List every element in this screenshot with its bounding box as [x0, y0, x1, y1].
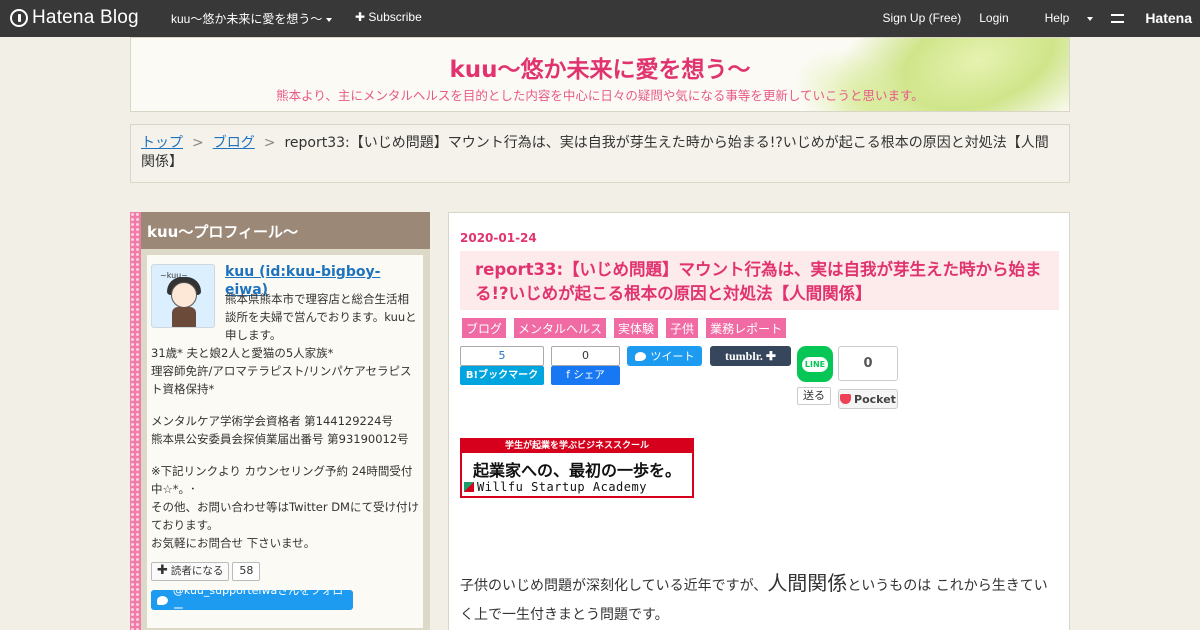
ad-banner[interactable]: 学生が起業を学ぶビジネススクール 起業家への、最初の一歩を。 Willfu St…	[460, 438, 694, 498]
hatena-bookmark-button[interactable]: B!ブックマーク	[460, 366, 544, 385]
profile-details: 31歳* 夫と娘2人と愛猫の5人家族* 理容師免許/アロマテラピスト/リンパケア…	[151, 344, 419, 552]
brand-logo-icon	[464, 482, 474, 492]
plus-icon: ✚	[157, 563, 168, 578]
subscribe-button[interactable]: ✚ Subscribe	[355, 10, 422, 24]
blog-header: kuu～悠か未来に愛を想う～ 熊本より、主にメンタルヘルスを目的とした内容を中心…	[130, 37, 1070, 112]
subscribe-label: Subscribe	[368, 10, 422, 24]
banner-headline: 起業家への、最初の一歩を。	[472, 461, 681, 480]
breadcrumb-separator: >	[263, 135, 276, 151]
category-tag[interactable]: ブログ	[462, 318, 507, 338]
subscribe-reader-widget: ✚ 読者になる 58	[151, 561, 261, 581]
profile-line: ※下記リンクより カウンセリング予約 24時間受付中☆*。･	[151, 464, 413, 496]
hatena-blog-logo[interactable]: Hatena Blog	[10, 7, 139, 29]
help-label: Help	[1044, 11, 1070, 25]
pocket-button[interactable]: Pocket	[838, 389, 898, 409]
category-tag[interactable]: 業務レポート	[706, 318, 787, 338]
twitter-follow-label: @kuu_supporteiwaさんをフォロー	[172, 584, 344, 615]
tumblr-label: tumblr.	[725, 348, 763, 363]
profile-intro: 熊本県熊本市で理容店と総合生活相談所を夫婦で営んでおります。kuuと申します。	[225, 292, 417, 342]
category-tag[interactable]: 子供	[666, 318, 699, 338]
breadcrumb-top-link[interactable]: トップ	[141, 135, 183, 151]
blog-title[interactable]: kuu～悠か未来に愛を想う～	[131, 50, 1069, 84]
category-tag[interactable]: メンタルヘルス	[514, 318, 607, 338]
pocket-icon	[840, 394, 852, 404]
blog-name-label: kuu～悠か未来に愛を想う～	[171, 12, 323, 26]
banner-brand-label: Willfu Startup Academy	[477, 480, 647, 494]
twitter-follow-button[interactable]: @kuu_supporteiwaさんをフォロー	[151, 584, 353, 615]
banner-brand: Willfu Startup Academy	[464, 480, 647, 494]
tweet-label: ツイート	[650, 350, 695, 363]
help-menu[interactable]: Help	[1027, 11, 1094, 25]
entry-article: 2020-01-24 report33:【いじめ問題】マウント行為は、実は自我が…	[448, 212, 1070, 630]
profile-module-title: kuu～プロフィール～	[141, 212, 430, 249]
global-header: Hatena Blog kuu～悠か未来に愛を想う～ ✚ Subscribe S…	[0, 0, 1200, 37]
pocket-count: 0	[838, 346, 898, 381]
login-link[interactable]: Login	[979, 11, 1008, 25]
profile-line: メンタルケア学術学会資格者 第144129224号	[151, 414, 394, 428]
line-icon[interactable]: LINE	[797, 346, 833, 382]
body-emphasis: 人間関係	[767, 571, 848, 595]
plus-icon: ✚	[762, 348, 776, 363]
profile-line: 理容師免許/アロマテラピスト/リンパケアセラピスト資格保持*	[151, 364, 412, 396]
tweet-button[interactable]: ツイート	[627, 346, 702, 366]
hatena-bookmark-widget: 5 B!ブックマーク	[460, 346, 544, 385]
profile-line: その他、お問い合わせ等はTwitter DMにて受け付けております。	[151, 500, 419, 532]
avatar-body	[172, 307, 196, 327]
entry-categories: ブログ メンタルヘルス 実体験 子供 業務レポート	[462, 318, 794, 338]
profile-line: 熊本県公安委員会探偵業届出番号 第93190012号	[151, 432, 409, 446]
twitter-bird-icon	[157, 595, 168, 605]
avatar-caption: ~kuu~	[160, 271, 188, 280]
reader-button[interactable]: ✚ 読者になる	[151, 561, 230, 581]
chevron-down-icon	[1087, 16, 1094, 21]
blog-description: 熊本より、主にメンタルヘルスを目的とした内容を中心に日々の疑問や気になる事等を更…	[276, 88, 924, 103]
hatena-bookmark-count[interactable]: 5	[460, 346, 544, 366]
sidebar: kuu～プロフィール～ ~kuu~ kuu (id:kuu-bigboy-eiw…	[130, 212, 430, 630]
plus-icon: ✚	[355, 10, 369, 24]
chevron-down-icon	[326, 17, 333, 22]
avatar-face	[171, 282, 197, 308]
body-text: 子供のいじめ問題が深刻化している近年ですが、	[460, 578, 768, 594]
header-right-menu: Sign Up (Free) Login Help Hatena	[865, 10, 1192, 26]
hatena-mark-icon	[1111, 13, 1125, 23]
profile-module: ~kuu~ kuu (id:kuu-bigboy-eiwa) 熊本県熊本市で理容…	[147, 255, 423, 628]
hatena-blog-logo-icon	[10, 9, 28, 27]
signup-link[interactable]: Sign Up (Free)	[883, 11, 962, 25]
sidebar-stripe-decoration	[130, 212, 141, 630]
facebook-share-widget: 0 f シェア	[551, 346, 620, 385]
logo-text: Hatena Blog	[32, 7, 139, 28]
tumblr-share-button[interactable]: tumblr. ✚	[710, 346, 791, 366]
banner-top-text: 学生が起業を学ぶビジネススクール	[462, 440, 692, 453]
hatena-logo[interactable]: Hatena	[1111, 10, 1192, 26]
entry-title[interactable]: report33:【いじめ問題】マウント行為は、実は自我が芽生えた時から始まる!…	[460, 251, 1059, 310]
twitter-bird-icon	[634, 351, 646, 361]
pocket-label: Pocket	[854, 392, 896, 406]
line-icon-label: LINE	[801, 356, 829, 372]
profile-line: 31歳* 夫と娘2人と愛猫の5人家族*	[151, 346, 334, 360]
line-send-button[interactable]: 送る	[797, 387, 831, 405]
profile-line: お気軽にお問合せ 下さいませ。	[151, 536, 316, 550]
reader-count: 58	[232, 561, 261, 581]
category-tag[interactable]: 実体験	[614, 318, 659, 338]
breadcrumb-current: report33:【いじめ問題】マウント行為は、実は自我が芽生えた時から始まる!…	[141, 135, 1049, 170]
breadcrumb: トップ > ブログ > report33:【いじめ問題】マウント行為は、実は自我が芽生え…	[130, 124, 1070, 183]
blog-name-menu[interactable]: kuu～悠か未来に愛を想う～	[171, 10, 333, 27]
line-share-widget: LINE 送る	[797, 346, 835, 405]
breadcrumb-separator: >	[192, 135, 204, 151]
entry-body: 子供のいじめ問題が深刻化している近年ですが、人間関係というものは これから生きて…	[460, 569, 1060, 630]
hatena-label: Hatena	[1145, 10, 1192, 26]
avatar[interactable]: ~kuu~	[151, 264, 215, 328]
breadcrumb-blog-link[interactable]: ブログ	[213, 135, 255, 151]
entry-date[interactable]: 2020-01-24	[460, 231, 537, 245]
facebook-share-button[interactable]: f シェア	[551, 366, 620, 385]
pocket-widget: 0 Pocket	[838, 346, 899, 409]
reader-button-label: 読者になる	[170, 565, 224, 577]
facebook-share-count: 0	[551, 346, 620, 366]
